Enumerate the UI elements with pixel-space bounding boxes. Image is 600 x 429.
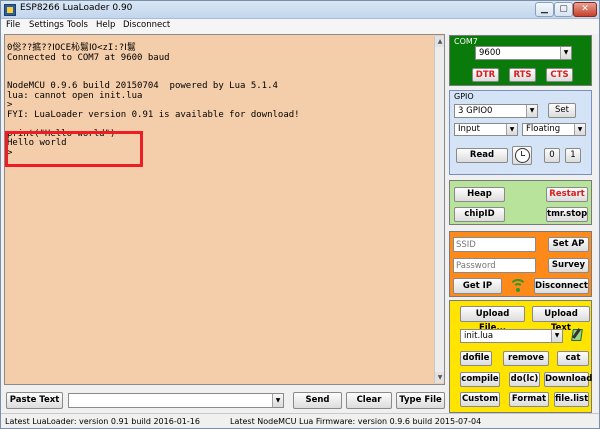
set-ap-button[interactable]: Set AP [548, 237, 589, 252]
status-firmware: Latest NodeMCU Lua Firmware: version 0.9… [230, 417, 482, 426]
com-port-label: COM7 [454, 37, 478, 46]
password-field[interactable] [453, 258, 536, 273]
upload-text-button[interactable]: Upload Text [532, 306, 590, 333]
gpio-set-button[interactable]: Set [548, 103, 576, 118]
baud-select[interactable]: 9600 ▼ [475, 46, 572, 60]
menu-settings[interactable]: Settings [29, 20, 64, 30]
menu-tools[interactable]: Tools [67, 20, 88, 30]
chevron-down-icon[interactable]: ▼ [272, 394, 283, 407]
file-select-value: init.lua [464, 331, 494, 341]
terminal-scrollbar[interactable]: ▲ ▼ [434, 36, 444, 383]
gpio-panel: GPIO 3 GPIO0 ▼ Set Input ▼ Floating ▼ Re… [449, 90, 592, 175]
com-panel: COM7 9600 ▼ DTR RTS CTS [449, 35, 592, 86]
wifi-panel: Set AP Survey Get IP Disconnect [449, 231, 592, 297]
download-button[interactable]: Download [544, 372, 592, 387]
file-list-button[interactable]: file.list [554, 392, 589, 407]
title-bar: ESP8266 LuaLoader 0.90 ▁ ▢ ✕ [1, 1, 599, 19]
terminal-line: Connected to COM7 at 9600 baud [7, 52, 170, 63]
cat-button[interactable]: cat [557, 351, 589, 366]
chevron-down-icon[interactable]: ▼ [560, 47, 571, 59]
file-select[interactable]: init.lua ▼ [460, 329, 563, 343]
status-bar: Latest LuaLoader: version 0.91 build 201… [1, 413, 599, 429]
upload-file-button[interactable]: Upload File... [460, 306, 525, 333]
timer-button[interactable] [512, 146, 532, 165]
maximize-button[interactable]: ▢ [554, 2, 573, 17]
chevron-down-icon[interactable]: ▼ [526, 105, 537, 117]
chevron-down-icon[interactable]: ▼ [574, 124, 585, 135]
ssid-field[interactable] [453, 237, 536, 252]
menu-bar: File Settings Tools Help Disconnect [1, 19, 599, 34]
clock-icon [515, 148, 530, 163]
clear-button[interactable]: Clear [346, 392, 392, 409]
disconnect-button[interactable]: Disconnect [534, 278, 589, 294]
terminal-line: FYI: LuaLoader version 0.91 is available… [7, 109, 300, 120]
edit-file-icon[interactable] [571, 328, 584, 342]
highlight-box [5, 131, 143, 167]
gpio-read-button[interactable]: Read [456, 148, 508, 163]
scroll-down-icon[interactable]: ▼ [435, 372, 444, 383]
wifi-icon [509, 279, 527, 293]
tmr-stop-button[interactable]: tmr.stop [546, 207, 588, 222]
gpio-label: GPIO [454, 92, 474, 101]
status-lualoader: Latest LuaLoader: version 0.91 build 201… [5, 417, 200, 426]
dtr-button[interactable]: DTR [472, 68, 499, 82]
format-button[interactable]: Format [509, 392, 549, 407]
gpio-one-button[interactable]: 1 [565, 148, 581, 163]
app-window: ESP8266 LuaLoader 0.90 ▁ ▢ ✕ File Settin… [0, 0, 600, 429]
command-input[interactable]: ▼ [68, 393, 284, 408]
gpio-pin-select[interactable]: 3 GPIO0 ▼ [454, 104, 538, 118]
custom-button[interactable]: Custom [460, 392, 500, 407]
close-icon: ✕ [581, 4, 589, 14]
baud-value: 9600 [479, 48, 501, 58]
close-button[interactable]: ✕ [573, 2, 597, 17]
window-title: ESP8266 LuaLoader 0.90 [20, 3, 133, 13]
heap-panel: Heap Restart chipID tmr.stop [449, 180, 592, 225]
dofile-button[interactable]: dofile [460, 351, 492, 366]
restart-button[interactable]: Restart [546, 187, 588, 202]
app-icon [4, 4, 16, 16]
terminal-line: lua: cannot open init.lua [7, 90, 143, 101]
gpio-pull-select[interactable]: Floating ▼ [522, 123, 586, 136]
gpio-pin-value: 3 GPIO0 [458, 106, 493, 116]
heap-button[interactable]: Heap [454, 187, 505, 202]
survey-button[interactable]: Survey [548, 258, 589, 273]
send-button[interactable]: Send [293, 392, 342, 409]
maximize-icon: ▢ [559, 4, 568, 14]
do-lc-button[interactable]: do(lc) [509, 372, 540, 387]
remove-button[interactable]: remove [503, 351, 549, 366]
paste-text-button[interactable]: Paste Text [6, 392, 63, 409]
menu-disconnect[interactable]: Disconnect [123, 20, 170, 30]
chevron-down-icon[interactable]: ▼ [506, 124, 517, 135]
gpio-zero-button[interactable]: 0 [544, 148, 560, 163]
cts-button[interactable]: CTS [546, 68, 573, 82]
rts-button[interactable]: RTS [509, 68, 536, 82]
chipid-button[interactable]: chipID [454, 207, 505, 222]
menu-file[interactable]: File [6, 20, 20, 30]
minimize-button[interactable]: ▁ [535, 2, 554, 17]
minimize-icon: ▁ [541, 4, 548, 14]
get-ip-button[interactable]: Get IP [453, 278, 502, 294]
scroll-up-icon[interactable]: ▲ [435, 36, 444, 47]
compile-button[interactable]: compile [460, 372, 500, 387]
terminal-output[interactable]: 0倊??掋??ⅠOCE杺鬄ⅠO<zI:?Ⅰ鬄 Connected to COM7… [4, 34, 445, 385]
files-panel: Upload File... Upload Text init.lua ▼ do… [449, 300, 592, 413]
gpio-mode-select[interactable]: Input ▼ [454, 123, 518, 136]
chevron-down-icon[interactable]: ▼ [551, 330, 562, 342]
type-file-button[interactable]: Type File [396, 392, 445, 409]
gpio-pull-value: Floating [526, 124, 561, 134]
gpio-mode-value: Input [458, 124, 481, 134]
menu-help[interactable]: Help [96, 20, 115, 30]
command-bar: Paste Text ▼ Send Clear Type File [4, 390, 445, 410]
